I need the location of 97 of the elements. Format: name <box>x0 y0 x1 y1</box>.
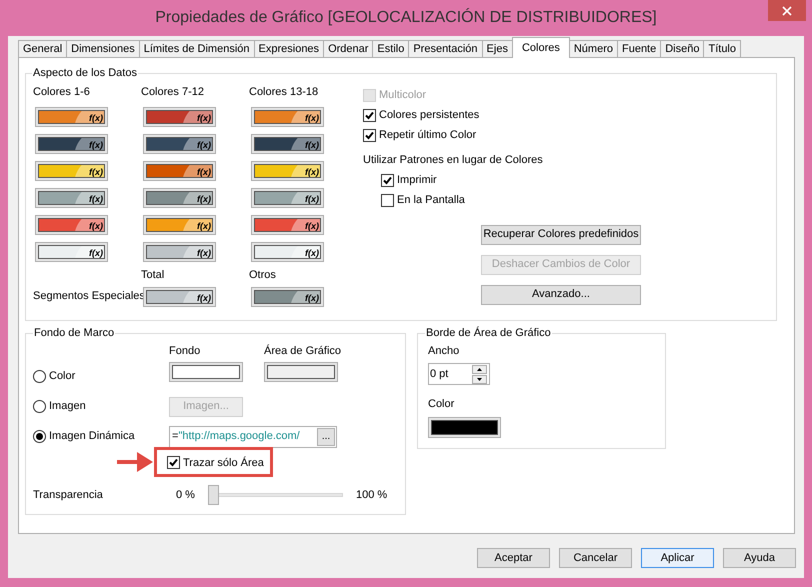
formula-label: f(x) <box>197 246 211 258</box>
tab[interactable]: Colores <box>512 37 570 58</box>
checkbox-label: Colores persistentes <box>379 108 480 124</box>
formula-label: f(x) <box>305 138 319 150</box>
close-icon <box>782 6 792 16</box>
spin-field[interactable]: 0 pt <box>428 363 490 385</box>
column-label: Área de Gráfico <box>264 344 342 358</box>
browse-button[interactable]: ... <box>317 428 335 446</box>
formula-field[interactable]: ="http://maps.google.com/ ... <box>169 426 337 448</box>
section-label: Utilizar Patrones en lugar de Colores <box>363 152 544 168</box>
formula-label: f(x) <box>197 112 211 122</box>
dialog-button[interactable]: Recuperar Colores predefinidos <box>481 224 641 244</box>
dialog-button[interactable]: Aceptar <box>477 548 550 568</box>
segment-label: Total <box>141 268 166 282</box>
color-swatch[interactable]: f(x) <box>251 106 324 126</box>
column-label: Fondo <box>169 344 200 358</box>
formula-label: f(x) <box>305 246 319 258</box>
formula-label: f(x) <box>197 192 211 204</box>
radio-label: Imagen Dinámica <box>49 429 135 444</box>
check-icon <box>383 176 392 185</box>
dialog-button[interactable]: Cancelar <box>559 548 632 568</box>
checkbox[interactable] <box>381 174 394 187</box>
formula-label: f(x) <box>197 220 211 230</box>
color-swatch[interactable]: f(x) <box>35 134 108 154</box>
tab[interactable]: General <box>18 40 68 58</box>
formula-label: f(x) <box>305 112 319 122</box>
checkbox[interactable] <box>167 456 180 470</box>
formula-label: f(x) <box>89 246 103 258</box>
window-title: Propiedades de Gráfico [GEOLOCALIZACIÓN DE DISTRIBUIDORES] <box>155 7 657 26</box>
checkbox-label: Trazar sólo Área <box>183 456 264 470</box>
checkbox[interactable] <box>363 109 376 122</box>
color-swatch[interactable]: f(x) <box>251 214 324 234</box>
group-title: Aspecto de los Datos <box>32 66 138 81</box>
color-swatch[interactable]: f(x) <box>35 106 108 126</box>
check-icon <box>365 131 374 140</box>
field-label: Ancho <box>428 344 460 358</box>
formula-label: f(x) <box>305 192 319 204</box>
formula-label: f(x) <box>305 166 319 176</box>
column-label: Colores 13-18 <box>249 84 320 98</box>
radio-button[interactable] <box>33 430 46 443</box>
color-swatch[interactable]: f(x) <box>251 160 324 180</box>
color-swatch[interactable] <box>169 362 243 382</box>
color-swatch[interactable]: f(x) <box>143 286 216 306</box>
checkbox-label: Repetir último Color <box>379 128 476 144</box>
section-label: Segmentos Especiales <box>33 289 145 304</box>
formula-label: f(x) <box>197 166 211 176</box>
column-label: Colores 7-12 <box>141 84 205 98</box>
tab[interactable]: Título <box>703 40 741 58</box>
dialog-button[interactable]: Avanzado... <box>481 284 641 304</box>
radio-label: Color <box>49 369 76 384</box>
color-swatch[interactable]: f(x) <box>143 106 216 126</box>
formula-label: f(x) <box>89 192 103 204</box>
formula-label: f(x) <box>89 220 103 230</box>
checkbox[interactable] <box>363 129 376 142</box>
group-title: Fondo de Marco <box>33 326 116 341</box>
column-label: Colores 1-6 <box>33 84 91 98</box>
slider-min-label: 0 % <box>176 488 196 503</box>
field-label: Color <box>428 397 456 412</box>
slider-thumb[interactable] <box>208 485 219 505</box>
radio-label: Imagen <box>49 399 86 414</box>
color-swatch[interactable]: f(x) <box>251 242 324 262</box>
dialog-button[interactable]: Aplicar <box>641 548 714 568</box>
radio-button[interactable] <box>33 400 46 413</box>
color-swatch[interactable]: f(x) <box>143 242 216 262</box>
checkbox[interactable] <box>381 194 394 207</box>
color-swatch[interactable]: f(x) <box>35 214 108 234</box>
color-swatch[interactable]: f(x) <box>35 188 108 208</box>
checkbox-label: Multicolor <box>379 88 426 104</box>
color-swatch[interactable]: f(x) <box>35 160 108 180</box>
color-swatch[interactable]: f(x) <box>143 160 216 180</box>
formula-label: f(x) <box>305 292 319 302</box>
color-swatch[interactable]: f(x) <box>251 134 324 154</box>
check-icon <box>365 111 374 120</box>
formula-label: f(x) <box>89 138 103 150</box>
radio-button[interactable] <box>33 370 46 383</box>
formula-label: f(x) <box>89 112 103 122</box>
formula-label: f(x) <box>89 166 103 176</box>
formula-label: f(x) <box>197 292 211 302</box>
checkbox-label: En la Pantalla <box>397 193 465 208</box>
color-swatch[interactable]: f(x) <box>143 134 216 154</box>
formula-label: f(x) <box>197 138 211 150</box>
color-swatch[interactable]: f(x) <box>143 214 216 234</box>
color-swatch[interactable]: f(x) <box>143 188 216 208</box>
group-title: Borde de Área de Gráfico <box>425 326 552 341</box>
slider-max-label: 100 % <box>356 488 388 503</box>
color-swatch[interactable] <box>264 362 338 382</box>
formula-label: f(x) <box>305 220 319 230</box>
color-swatch[interactable] <box>428 416 501 438</box>
color-swatch[interactable]: f(x) <box>35 242 108 262</box>
dialog-button[interactable]: Ayuda <box>723 548 796 568</box>
color-swatch[interactable]: f(x) <box>251 188 324 208</box>
check-icon <box>169 458 178 468</box>
slider-label: Transparencia <box>33 488 104 503</box>
close-button[interactable] <box>768 0 806 21</box>
checkbox-label: Imprimir <box>397 173 437 188</box>
color-swatch[interactable]: f(x) <box>251 286 324 306</box>
segment-label: Otros <box>249 268 277 282</box>
